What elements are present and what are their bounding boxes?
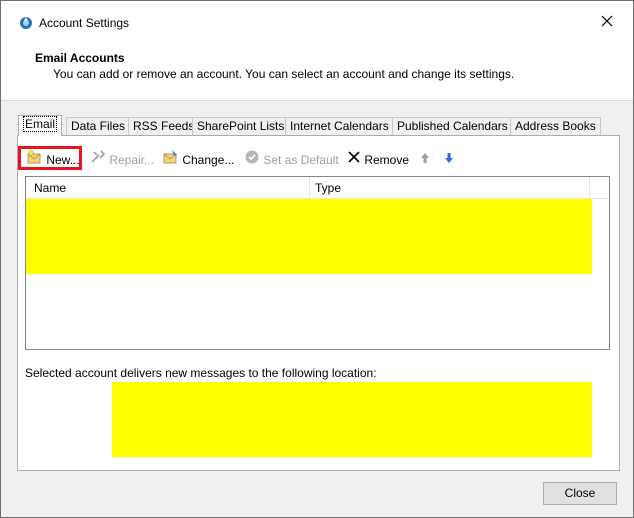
redacted-delivery-location — [112, 382, 592, 457]
new-button-label: New... — [46, 153, 80, 167]
tab-label: SharePoint Lists — [197, 119, 285, 133]
window-title: Account Settings — [39, 16, 130, 30]
column-header-name[interactable]: Name — [34, 181, 66, 195]
change-button[interactable]: Change... — [163, 149, 234, 169]
close-button[interactable]: Close — [543, 482, 617, 505]
remove-x-icon — [347, 150, 361, 170]
arrow-up-icon — [420, 150, 430, 170]
move-up-button[interactable] — [420, 149, 430, 169]
close-icon[interactable] — [600, 14, 616, 30]
move-down-button[interactable] — [444, 149, 454, 169]
account-settings-icon — [19, 16, 33, 30]
remove-button-label: Remove — [364, 152, 410, 167]
change-icon — [163, 149, 179, 171]
delivery-location-label: Selected account delivers new messages t… — [25, 366, 377, 380]
column-divider[interactable] — [309, 177, 310, 198]
change-button-label: Change... — [182, 153, 235, 167]
column-header-type[interactable]: Type — [315, 181, 341, 195]
tab-label: Published Calendars — [397, 119, 508, 133]
tab-label: Address Books — [515, 119, 596, 133]
column-divider[interactable] — [589, 177, 590, 198]
tab-label: Data Files — [71, 119, 126, 133]
accounts-list[interactable]: Name Type — [25, 176, 610, 350]
section-description: You can add or remove an account. You ca… — [53, 67, 515, 81]
tab-email[interactable]: Email — [18, 115, 63, 136]
new-account-button[interactable]: New... — [27, 149, 80, 169]
tab-label: Internet Calendars — [290, 119, 389, 133]
new-account-icon — [27, 149, 43, 171]
redacted-account-row[interactable] — [26, 199, 592, 274]
tab-data-files[interactable]: Data Files — [66, 117, 131, 135]
tab-internet-calendars[interactable]: Internet Calendars — [285, 117, 394, 135]
repair-tools-icon — [90, 149, 106, 171]
tab-sharepoint-lists[interactable]: SharePoint Lists — [192, 117, 290, 135]
section-title: Email Accounts — [35, 51, 125, 65]
remove-button[interactable]: Remove — [347, 149, 409, 169]
repair-button-label: Repair... — [109, 153, 155, 167]
title-bar: Account Settings — [1, 1, 633, 32]
repair-button[interactable]: Repair... — [90, 149, 154, 169]
tab-label: Email — [23, 116, 58, 132]
arrow-down-icon — [444, 150, 454, 170]
tab-address-books[interactable]: Address Books — [510, 117, 601, 135]
set-as-default-button[interactable]: Set as Default — [244, 149, 339, 169]
list-header: Name Type — [26, 177, 609, 199]
tab-published-calendars[interactable]: Published Calendars — [392, 117, 513, 135]
account-settings-window: Account Settings Email Accounts You can … — [0, 0, 634, 518]
checkmark-circle-icon — [244, 149, 260, 171]
close-button-label: Close — [564, 486, 596, 500]
tab-label: RSS Feeds — [133, 119, 195, 133]
tab-rss-feeds[interactable]: RSS Feeds — [128, 117, 200, 135]
set-as-default-label: Set as Default — [263, 153, 339, 167]
